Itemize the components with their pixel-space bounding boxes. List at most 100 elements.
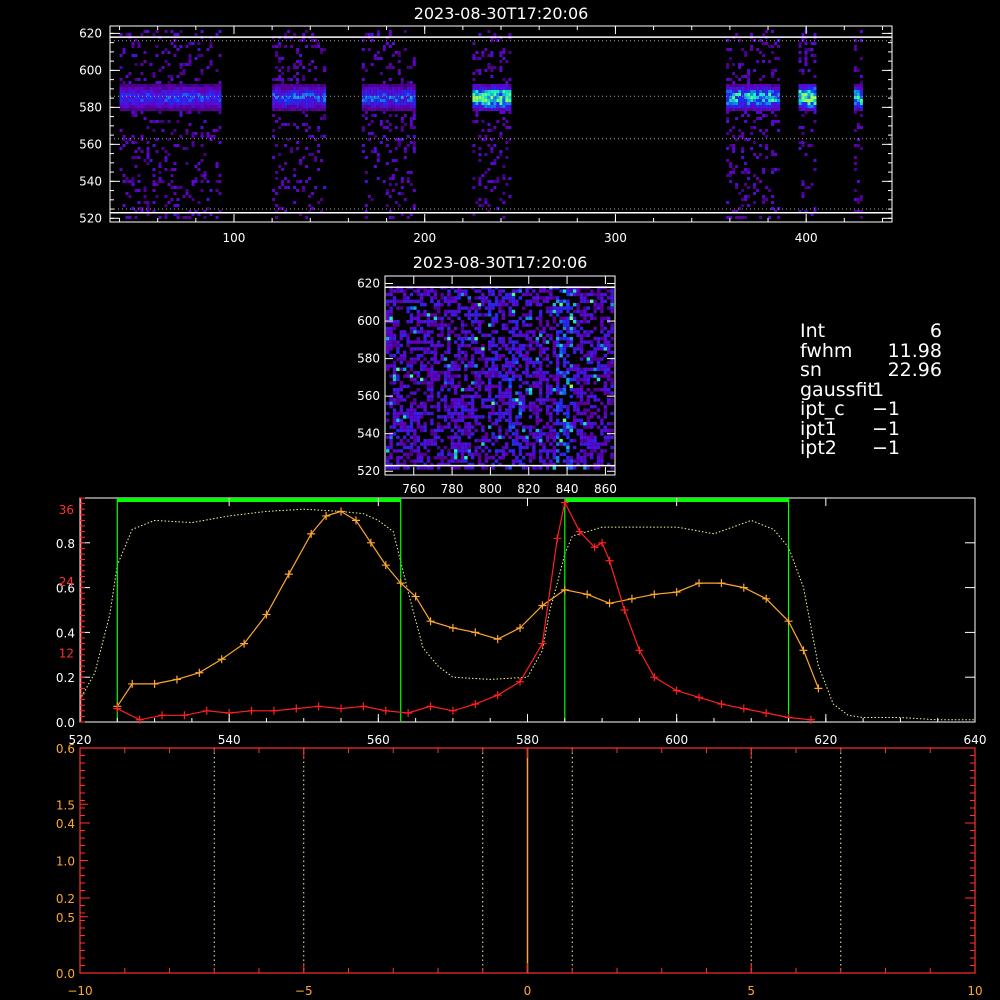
pixel: [134, 78, 138, 81]
pixel: [542, 459, 546, 463]
pixel: [152, 72, 156, 75]
pixel: [508, 337, 512, 341]
pixel: [454, 367, 458, 371]
pixel: [487, 66, 491, 69]
pixel: [386, 320, 390, 324]
pixel: [218, 174, 222, 177]
pixel: [200, 87, 204, 90]
pixel: [167, 201, 171, 204]
pixel: [801, 99, 805, 102]
pixel: [454, 289, 458, 293]
pixel: [450, 435, 454, 439]
pixel: [413, 299, 417, 303]
pixel: [155, 99, 159, 102]
pixel: [528, 347, 533, 351]
pixel: [140, 90, 144, 93]
pixel: [738, 135, 742, 138]
pixel: [505, 418, 509, 422]
pixel: [464, 333, 468, 337]
pixel: [539, 303, 543, 307]
pixel: [388, 93, 392, 96]
pixel: [454, 388, 458, 392]
pixel: [583, 452, 587, 456]
pixel: [278, 153, 282, 156]
pixel: [488, 371, 492, 375]
pixel: [566, 326, 570, 331]
pixel: [440, 371, 444, 375]
pixel: [738, 78, 742, 81]
plot-title: 2023-08-30T17:20:06: [413, 253, 588, 272]
pixel: [539, 439, 543, 443]
pixel: [539, 432, 543, 436]
pixel: [164, 48, 168, 51]
pixel: [477, 394, 482, 399]
pixel: [420, 442, 424, 446]
pixel: [396, 411, 400, 416]
pixel: [203, 171, 207, 174]
pixel: [798, 42, 802, 45]
pixel: [215, 69, 219, 72]
pixel: [859, 93, 863, 96]
pixel: [173, 54, 177, 57]
pixel: [392, 374, 397, 378]
pixel: [392, 360, 397, 365]
pixel: [813, 168, 817, 171]
pixel: [143, 99, 147, 102]
pixel: [423, 442, 427, 446]
pixel: [376, 33, 380, 36]
pixel: [437, 306, 441, 310]
pixel: [501, 374, 505, 378]
pixel: [167, 93, 171, 96]
pixel: [481, 108, 485, 111]
pixel: [498, 292, 502, 297]
pixel: [416, 313, 420, 317]
pixel: [488, 415, 492, 419]
pixel: [403, 357, 407, 361]
pixel: [593, 347, 597, 351]
pixel: [188, 108, 192, 111]
pixel: [447, 289, 451, 293]
pixel: [143, 102, 147, 105]
pixel: [579, 333, 584, 337]
pixel: [296, 84, 300, 87]
pixel: [218, 111, 222, 114]
pixel: [590, 405, 594, 409]
pixel: [484, 456, 488, 460]
pixel: [385, 192, 389, 195]
pixel: [203, 105, 207, 108]
info-value: 22.96: [887, 359, 942, 381]
pixel: [607, 391, 611, 395]
pixel: [447, 296, 451, 300]
pixel: [311, 153, 315, 156]
data-point: [426, 702, 435, 711]
pixel: [293, 108, 297, 111]
pixel: [726, 48, 730, 51]
pixel: [576, 377, 580, 382]
pixel: [314, 84, 318, 87]
pixel: [525, 350, 529, 354]
pixel: [460, 394, 465, 399]
pixel: [525, 381, 529, 385]
pixel: [756, 90, 760, 93]
pixel: [759, 87, 763, 90]
pixel: [747, 195, 751, 198]
pixel: [610, 364, 614, 368]
pixel: [542, 340, 546, 344]
pixel: [566, 459, 570, 463]
pixel: [284, 108, 288, 111]
pixel: [738, 90, 742, 93]
pixel: [406, 439, 410, 443]
pixel: [200, 180, 204, 183]
pixel: [753, 183, 757, 186]
pixel: [406, 374, 410, 378]
pixel: [603, 340, 607, 344]
pixel: [499, 96, 503, 99]
pixel: [158, 87, 162, 90]
pixel: [392, 296, 397, 300]
pixel: [443, 425, 448, 429]
pixel: [311, 84, 315, 87]
pixel: [314, 102, 318, 105]
pixel: [423, 466, 427, 470]
pixel: [539, 333, 543, 337]
pixel: [753, 69, 757, 72]
